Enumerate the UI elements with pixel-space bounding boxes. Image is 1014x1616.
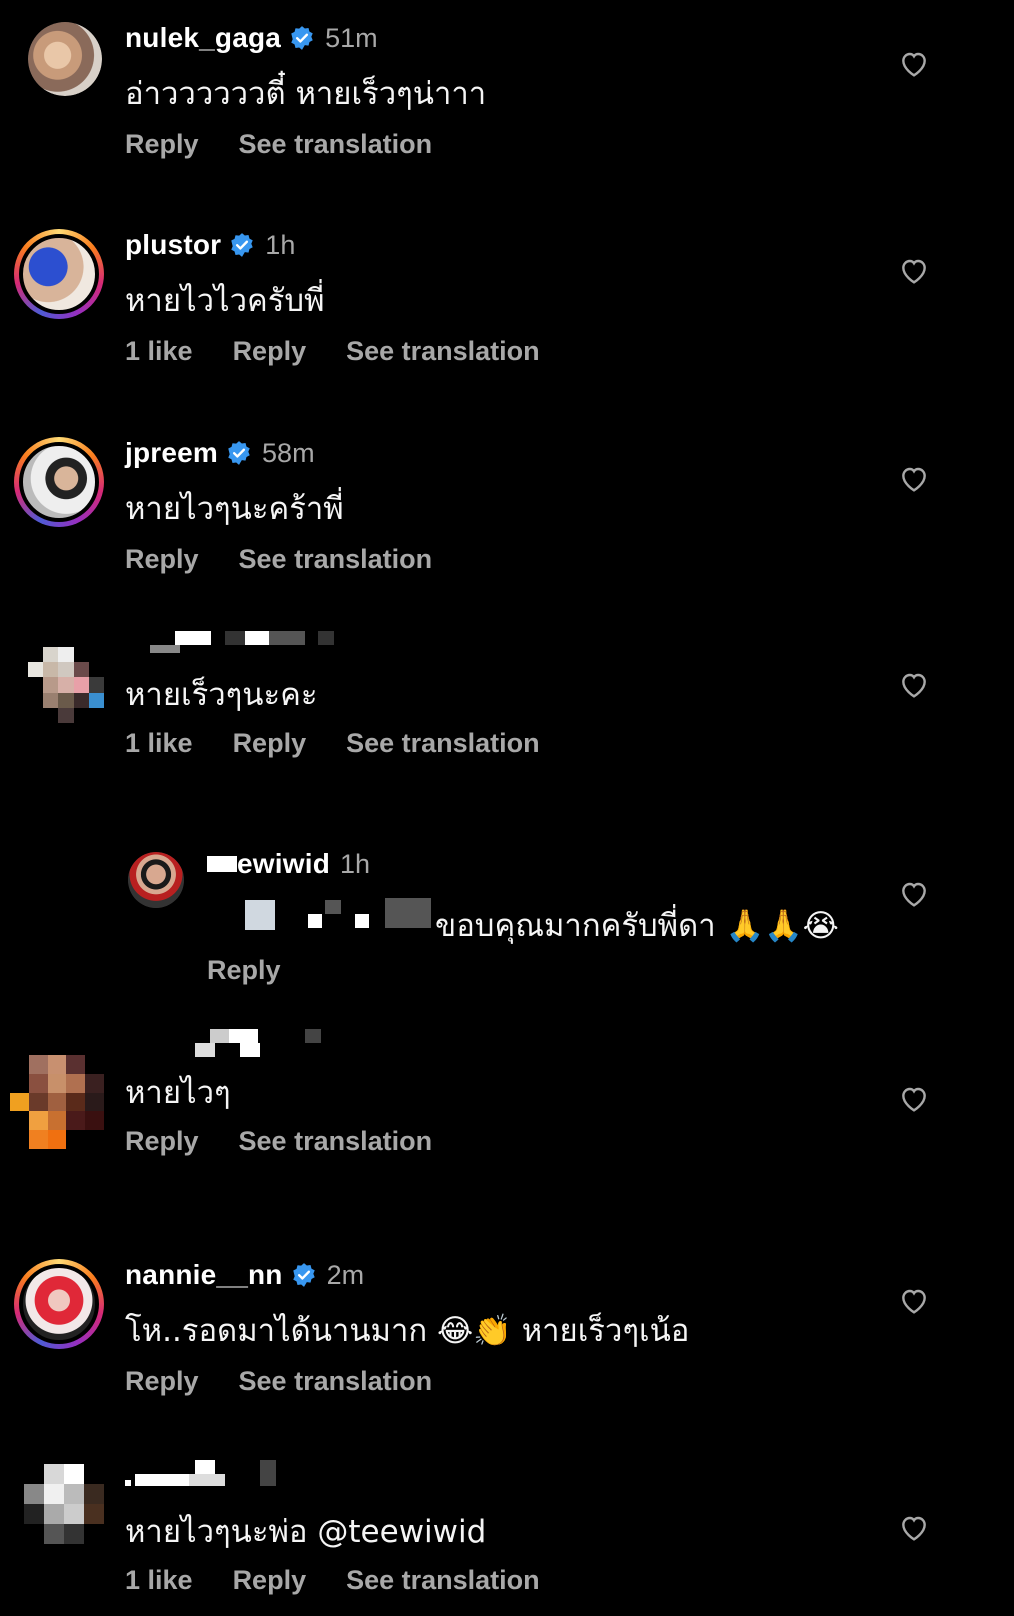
heart-outline-icon[interactable] <box>898 463 930 495</box>
avatar[interactable] <box>28 647 104 723</box>
username[interactable]: plustor <box>125 229 221 261</box>
redacted-username <box>125 1480 131 1486</box>
see-translation-button[interactable]: See translation <box>239 129 433 160</box>
comment-text: อ่าววววววตี๋ หายเร็วๆน่าาา <box>125 76 487 112</box>
redacted-mention <box>308 914 322 928</box>
comment-time: 1h <box>265 229 296 260</box>
pixelated-avatar <box>10 1055 104 1149</box>
comment-text: หายไวๆ <box>125 1075 231 1111</box>
username[interactable]: nannie__nn <box>125 1259 283 1291</box>
avatar[interactable] <box>24 1464 104 1544</box>
likes-count[interactable]: 1 like <box>125 728 193 759</box>
redacted-username <box>195 1043 215 1057</box>
comment-text: หายไวไวครับพี่ <box>125 283 325 319</box>
reply-button[interactable]: Reply <box>233 1565 307 1596</box>
pixelated-avatar <box>28 647 104 723</box>
comment-time: 1h <box>340 848 371 879</box>
see-translation-button[interactable]: See translation <box>346 1565 540 1596</box>
avatar[interactable] <box>10 1055 104 1149</box>
likes-count[interactable]: 1 like <box>125 336 193 367</box>
reply-button[interactable]: Reply <box>125 129 199 160</box>
redacted-username <box>260 1460 276 1486</box>
redacted-mention <box>325 900 341 914</box>
reply-button[interactable]: Reply <box>233 336 307 367</box>
pixelated-avatar <box>24 1464 104 1544</box>
reply-button[interactable]: Reply <box>125 1366 199 1397</box>
see-translation-button[interactable]: See translation <box>346 728 540 759</box>
avatar[interactable] <box>14 229 104 319</box>
redacted-username <box>195 1460 215 1474</box>
username[interactable]: jpreem <box>125 437 218 469</box>
heart-outline-icon[interactable] <box>898 1285 930 1317</box>
heart-outline-icon[interactable] <box>898 669 930 701</box>
comment-time: 2m <box>326 1259 365 1290</box>
reply-button[interactable]: Reply <box>233 728 307 759</box>
see-translation-button[interactable]: See translation <box>239 544 433 575</box>
comment-text: หายไวๆนะคร้าพี่ <box>125 491 344 527</box>
avatar[interactable] <box>14 437 104 527</box>
reply-button[interactable]: Reply <box>125 544 199 575</box>
comment-time: 58m <box>262 437 315 468</box>
heart-outline-icon[interactable] <box>898 878 930 910</box>
verified-badge-icon <box>231 233 254 257</box>
avatar[interactable] <box>28 22 102 96</box>
redacted-username <box>225 631 305 645</box>
username[interactable]: ewiwid <box>237 848 330 880</box>
redacted-username <box>210 1029 258 1043</box>
redacted-username <box>240 1043 260 1057</box>
heart-outline-icon[interactable] <box>898 1083 930 1115</box>
redacted-mention <box>245 900 275 930</box>
reply-button[interactable]: Reply <box>125 1126 199 1157</box>
see-translation-button[interactable]: See translation <box>239 1366 433 1397</box>
see-translation-button[interactable]: See translation <box>346 336 540 367</box>
redacted-username <box>150 645 180 653</box>
verified-badge-icon <box>292 1263 315 1287</box>
redacted-mention <box>355 914 369 928</box>
verified-badge-icon <box>291 26 313 50</box>
avatar[interactable] <box>14 1259 104 1349</box>
redacted-username <box>318 631 334 645</box>
heart-outline-icon[interactable] <box>898 48 930 80</box>
comment-text: ขอบคุณมากครับพี่ดา 🙏🙏😭 <box>435 908 839 944</box>
username[interactable]: nulek_gaga <box>125 22 281 54</box>
redacted-mention <box>385 898 431 928</box>
see-translation-button[interactable]: See translation <box>239 1126 433 1157</box>
comment-text: หายเร็วๆนะคะ <box>125 677 318 713</box>
verified-badge-icon <box>228 441 250 465</box>
redacted-username <box>207 856 237 872</box>
likes-count[interactable]: 1 like <box>125 1565 193 1596</box>
heart-outline-icon[interactable] <box>898 1512 930 1544</box>
comment-time: 51m <box>325 22 378 53</box>
avatar[interactable] <box>128 852 184 908</box>
redacted-username <box>305 1029 321 1043</box>
redacted-username <box>175 631 211 645</box>
heart-outline-icon[interactable] <box>898 255 930 287</box>
comment-text: หายไวๆนะพ่อ @teewiwid <box>125 1514 487 1550</box>
redacted-username <box>135 1474 225 1486</box>
comment-text: โห..รอดมาได้นานมาก 😂👏 หายเร็วๆเน้อ <box>125 1313 690 1349</box>
reply-button[interactable]: Reply <box>207 955 281 986</box>
